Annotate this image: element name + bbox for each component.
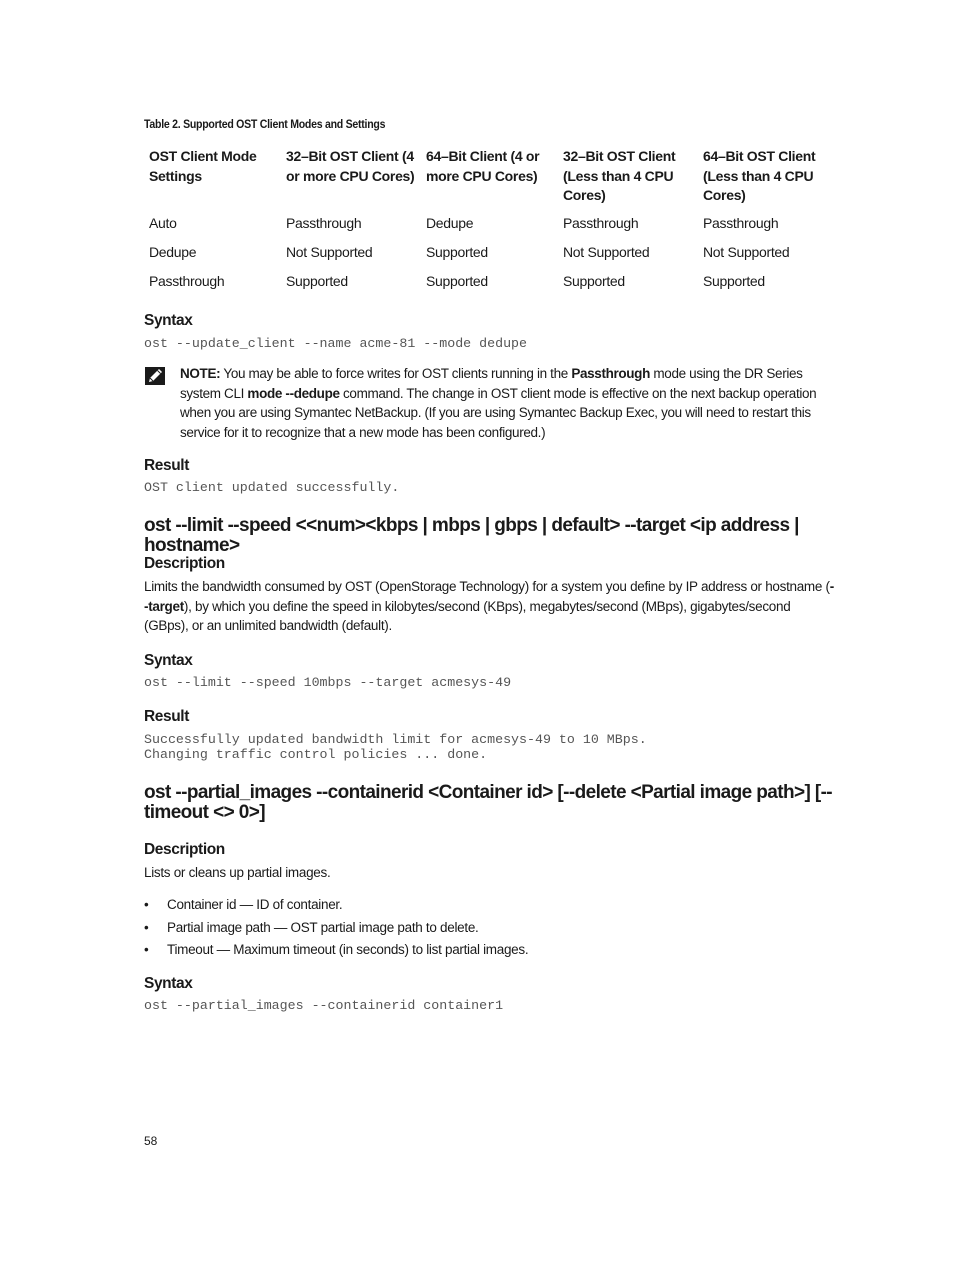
syntax-code: ost --partial_images --containerid conta… (144, 998, 504, 1013)
table-cell: Not Supported (703, 243, 790, 260)
table-cell: Not Supported (563, 243, 650, 260)
list-item: • Timeout — Maximum timeout (in seconds) … (144, 940, 834, 963)
table-cell: Passthrough (563, 214, 639, 231)
syntax-heading: Syntax (144, 975, 193, 992)
ost-client-modes-table: OST Client Mode Settings 32–Bit OST Clie… (144, 146, 834, 301)
table-cell: Supported (703, 272, 765, 289)
bullet-icon: • (144, 919, 149, 935)
note-text: NOTE: You may be able to force writes fo… (180, 364, 840, 442)
note-bold-term: mode --dedupe (247, 385, 340, 401)
table-cell: Not Supported (286, 243, 373, 260)
table-cell: Dedupe (149, 243, 197, 260)
command-title-limit: ost --limit --speed <<num><kbps | mbps |… (144, 515, 799, 556)
syntax-heading: Syntax (144, 652, 193, 669)
command-title-partial-images: ost --partial_images --containerid <Cont… (144, 783, 834, 822)
table-caption: Table 2. Supported OST Client Modes and … (144, 117, 386, 131)
description-text-part: Limits the bandwidth consumed by OST (Op… (144, 579, 830, 594)
syntax-code: ost --limit --speed 10mbps --target acme… (144, 675, 512, 690)
result-heading: Result (144, 708, 189, 725)
parameter-list: • Container id — ID of container. • Partia… (144, 895, 834, 963)
description-heading: Description (144, 555, 225, 572)
table-cell: Auto (149, 214, 177, 231)
table-cell: Passthrough (703, 214, 779, 231)
pencil-note-icon (145, 367, 165, 385)
table-cell: Passthrough (149, 272, 225, 289)
list-item: • Partial image path — OST partial image … (144, 918, 834, 941)
table-header-cell: 32–Bit OST Client (Less than 4 CPU Cores… (563, 148, 676, 203)
table-cell: Passthrough (286, 214, 362, 231)
table-header-cell: 64–Bit OST Client (Less than 4 CPU Cores… (703, 148, 816, 203)
syntax-code: ost --update_client --name acme-81 --mod… (144, 336, 528, 351)
command-title-line: timeout <> 0>] (144, 801, 266, 823)
description-text-part: ), by which you define the speed in kilo… (144, 598, 791, 634)
note-bold-term: Passthrough (571, 366, 650, 381)
list-item-text: Partial image path — OST partial image p… (167, 919, 479, 935)
note-text-part: You may be able to force writes for OST … (220, 366, 572, 381)
syntax-heading: Syntax (144, 312, 193, 329)
table-row: Passthrough Supported Supported Supporte… (144, 272, 834, 301)
description-text: Limits the bandwidth consumed by OST (Op… (144, 577, 834, 636)
list-item-text: Container id — ID of container. (167, 897, 343, 912)
table-cell: Supported (426, 243, 488, 260)
table-header-cell: 64–Bit Client (4 or more CPU Cores) (426, 148, 540, 184)
list-item-text: Timeout — Maximum timeout (in seconds) t… (167, 942, 529, 957)
result-code: OST client updated successfully. (144, 480, 400, 495)
table-cell: Dedupe (426, 214, 474, 231)
bullet-icon: • (144, 942, 149, 957)
result-heading: Result (144, 457, 189, 474)
table-row: Auto Passthrough Dedupe Passthrough Pass… (144, 214, 834, 243)
description-text: Lists or cleans up partial images. (144, 865, 331, 880)
table-cell: Supported (563, 272, 625, 289)
note-label: NOTE: (180, 366, 221, 381)
bullet-icon: • (144, 897, 149, 912)
result-code: Successfully updated bandwidth limit for… (144, 732, 647, 762)
table-header-row: OST Client Mode Settings 32–Bit OST Clie… (144, 146, 834, 214)
page-number: 58 (144, 1134, 158, 1148)
table-cell: Supported (426, 272, 488, 289)
command-title-line: ost --partial_images --containerid <Cont… (144, 782, 833, 803)
table-cell: Supported (286, 272, 348, 289)
table-header-cell: 32–Bit OST Client (4 or more CPU Cores) (286, 148, 415, 184)
description-heading: Description (144, 841, 225, 858)
table-header-cell: OST Client Mode Settings (149, 148, 257, 184)
list-item: • Container id — ID of container. (144, 895, 834, 918)
table-row: Dedupe Not Supported Supported Not Suppo… (144, 243, 834, 272)
